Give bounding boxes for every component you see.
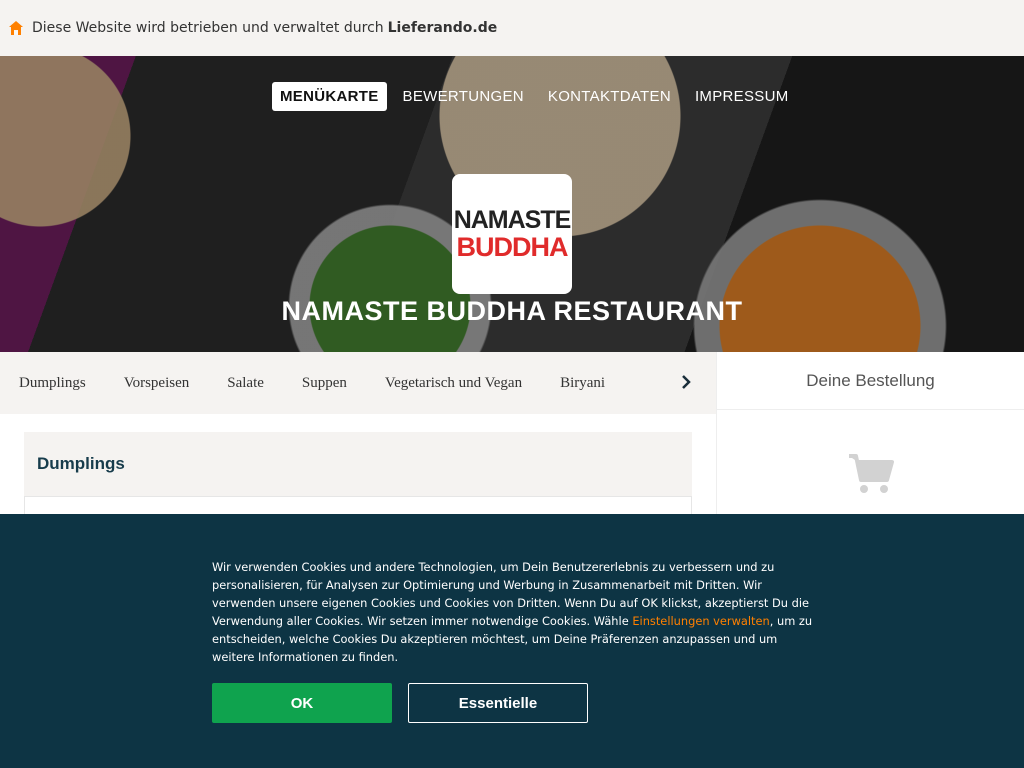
section-header: Dumplings xyxy=(24,432,692,496)
logo-line-2: BUDDHA xyxy=(456,232,569,262)
category-dumplings[interactable]: Dumplings xyxy=(19,375,86,392)
notice-brand-link[interactable]: Lieferando.de xyxy=(388,20,498,36)
platform-notice: Diese Website wird betrieben und verwalt… xyxy=(0,0,1024,56)
nav-menukarte[interactable]: MENÜKARTE xyxy=(272,82,387,111)
category-vegetarisch-vegan[interactable]: Vegetarisch und Vegan xyxy=(385,375,522,392)
category-vorspeisen[interactable]: Vorspeisen xyxy=(124,375,190,392)
nav-kontaktdaten[interactable]: KONTAKTDATEN xyxy=(540,82,679,111)
cookie-banner: Wir verwenden Cookies und andere Technol… xyxy=(0,514,1024,768)
restaurant-name: NAMASTE BUDDHA RESTAURANT xyxy=(281,296,743,326)
cookie-ok-button[interactable]: OK xyxy=(212,683,392,723)
cookie-essential-button[interactable]: Essentielle xyxy=(408,683,588,723)
order-title: Deine Bestellung xyxy=(717,352,1024,410)
logo-line-1: NAMASTE xyxy=(453,206,572,234)
section-title: Dumplings xyxy=(37,454,125,473)
home-icon xyxy=(9,21,23,35)
notice-text: Diese Website wird betrieben und verwalt… xyxy=(32,20,384,36)
cart-icon xyxy=(849,454,894,493)
category-bar: Dumplings Vorspeisen Salate Suppen Veget… xyxy=(0,352,716,414)
cookie-text: Wir verwenden Cookies und andere Technol… xyxy=(212,558,822,666)
restaurant-logo: NAMASTE BUDDHA xyxy=(452,174,572,294)
category-suppen[interactable]: Suppen xyxy=(302,375,347,392)
nav-impressum[interactable]: IMPRESSUM xyxy=(687,82,797,111)
category-biryani[interactable]: Biryani xyxy=(560,375,605,392)
nav-bewertungen[interactable]: BEWERTUNGEN xyxy=(395,82,532,111)
chevron-right-icon[interactable] xyxy=(676,372,696,392)
restaurant-nav: MENÜKARTE BEWERTUNGEN KONTAKTDATEN IMPRE… xyxy=(272,82,797,111)
category-salate[interactable]: Salate xyxy=(227,375,264,392)
cookie-settings-link[interactable]: Einstellungen verwalten xyxy=(632,614,769,628)
hero-banner: MENÜKARTE BEWERTUNGEN KONTAKTDATEN IMPRE… xyxy=(0,56,1024,352)
